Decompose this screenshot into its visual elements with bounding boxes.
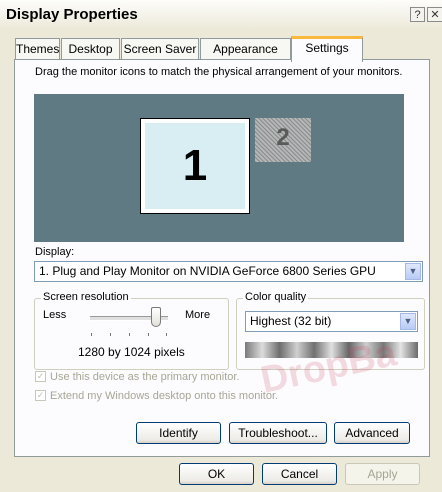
troubleshoot-button[interactable]: Troubleshoot...	[229, 422, 327, 444]
close-icon[interactable]: ✕	[427, 7, 442, 22]
display-select[interactable]: 1. Plug and Play Monitor on NVIDIA GeFor…	[34, 261, 423, 282]
help-icon[interactable]: ?	[410, 7, 425, 22]
resolution-slider-thumb[interactable]	[151, 307, 161, 327]
extend-desktop-checkbox-row[interactable]: ✓ Extend my Windows desktop onto this mon…	[35, 389, 279, 402]
advanced-button[interactable]: Advanced	[334, 422, 410, 444]
chevron-down-icon[interactable]: ▼	[405, 263, 421, 280]
ok-button[interactable]: OK	[179, 463, 254, 485]
primary-monitor-checkbox-row[interactable]: ✓ Use this device as the primary monitor.	[35, 370, 240, 383]
apply-button[interactable]: Apply	[345, 463, 420, 485]
color-quality-legend: Color quality	[243, 291, 309, 303]
slider-tick	[91, 333, 92, 336]
screen-resolution-legend: Screen resolution	[41, 291, 131, 303]
tab-appearance[interactable]: Appearance	[200, 38, 291, 60]
monitor-2-icon[interactable]: 2	[255, 118, 311, 162]
display-select-value: 1. Plug and Play Monitor on NVIDIA GeFor…	[39, 264, 376, 278]
monitor-1-number: 1	[145, 123, 245, 209]
cancel-button[interactable]: Cancel	[262, 463, 337, 485]
resolution-less-label: Less	[43, 309, 67, 321]
color-preview-bar	[245, 342, 418, 358]
title-bar: Display Properties ? ✕	[0, 0, 442, 30]
primary-monitor-label: Use this device as the primary monitor.	[50, 371, 240, 383]
resolution-value-text: 1280 by 1024 pixels	[78, 345, 185, 359]
tab-themes[interactable]: Themes	[15, 38, 60, 60]
display-label: Display:	[35, 246, 75, 258]
checkbox-checked-icon[interactable]: ✓	[35, 370, 46, 382]
identify-button[interactable]: Identify	[136, 422, 221, 444]
slider-tick	[129, 333, 130, 336]
checkbox-checked-icon[interactable]: ✓	[35, 389, 46, 401]
color-quality-select[interactable]: Highest (32 bit) ▼	[245, 311, 418, 332]
tab-desktop[interactable]: Desktop	[61, 38, 120, 60]
slider-tick	[148, 333, 149, 336]
color-quality-value: Highest (32 bit)	[250, 314, 332, 328]
color-quality-group: Color quality Highest (32 bit) ▼	[236, 291, 425, 370]
monitor-1-icon[interactable]: 1	[140, 118, 250, 214]
monitor-arrangement-area: 1 2	[34, 94, 404, 242]
chevron-down-icon[interactable]: ▼	[400, 313, 416, 330]
slider-tick	[166, 333, 167, 336]
tab-settings[interactable]: Settings	[291, 36, 363, 62]
slider-tick	[110, 333, 111, 336]
screen-resolution-group: Screen resolution Less More 1280 by 1024…	[34, 291, 229, 370]
tab-screen-saver[interactable]: Screen Saver	[121, 38, 199, 60]
settings-panel: Drag the monitor icons to match the phys…	[14, 59, 430, 457]
extend-desktop-label: Extend my Windows desktop onto this moni…	[50, 390, 279, 402]
resolution-more-label: More	[185, 309, 211, 321]
instructions-text: Drag the monitor icons to match the phys…	[35, 66, 403, 78]
window-title: Display Properties	[6, 6, 138, 23]
